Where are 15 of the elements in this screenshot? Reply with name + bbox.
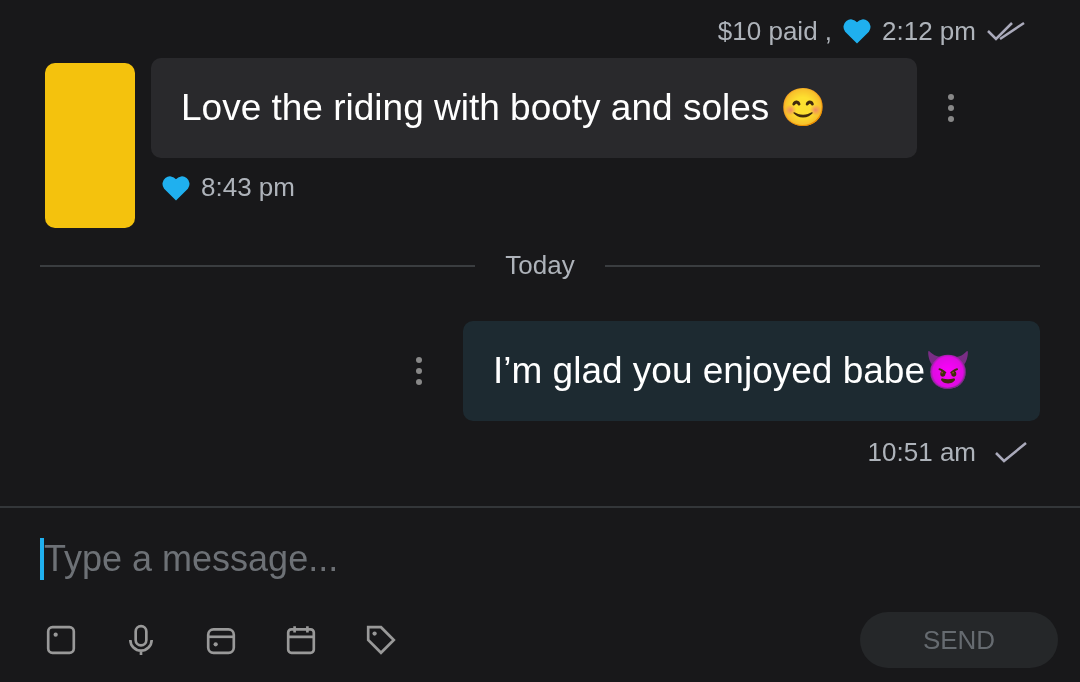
timestamp: 10:51 am: [867, 437, 976, 468]
image-icon[interactable]: [45, 624, 77, 656]
tag-icon[interactable]: [365, 624, 397, 656]
timestamp: 8:43 pm: [201, 172, 295, 203]
more-icon[interactable]: [947, 93, 955, 123]
payment-text: $10 paid ,: [717, 15, 833, 47]
send-button[interactable]: SEND: [860, 612, 1058, 668]
date-divider-label: Today: [505, 250, 575, 281]
more-icon[interactable]: [415, 356, 423, 386]
heart-icon[interactable]: [161, 173, 191, 202]
timestamp: 2:12 pm: [882, 15, 976, 47]
message-bubble: Love the riding with booty and soles 😊: [151, 58, 917, 158]
message-input[interactable]: Type a message...: [40, 538, 944, 580]
message-bubble: I’m glad you enjoyed babe😈: [463, 321, 1040, 421]
calendar-icon[interactable]: [285, 624, 317, 656]
